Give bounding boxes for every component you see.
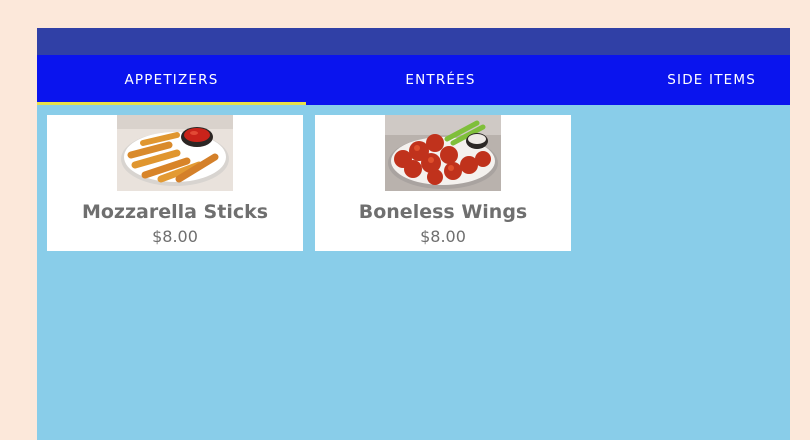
menu-item-card[interactable]: Mozzarella Sticks $8.00	[47, 115, 303, 251]
menu-item-name: Mozzarella Sticks	[81, 201, 269, 223]
menu-item-price: $8.00	[420, 227, 466, 246]
tab-label: APPETIZERS	[124, 72, 219, 88]
app-bar	[37, 28, 790, 55]
mozzarella-sticks-photo	[117, 115, 233, 191]
boneless-wings-photo	[385, 115, 501, 191]
category-tab-bar: APPETIZERS ENTRÉES SIDE ITEMS	[37, 55, 790, 105]
tab-side-items[interactable]: SIDE ITEMS	[575, 55, 790, 105]
menu-item-card[interactable]: Boneless Wings $8.00	[315, 115, 571, 251]
menu-item-name: Boneless Wings	[358, 201, 528, 223]
menu-app: APPETIZERS ENTRÉES SIDE ITEMS Mozzarella…	[37, 28, 790, 440]
tab-entrees[interactable]: ENTRÉES	[306, 55, 575, 105]
selected-tab-indicator	[37, 102, 306, 105]
menu-item-price: $8.00	[152, 227, 198, 246]
tab-appetizers[interactable]: APPETIZERS	[37, 55, 306, 105]
tab-label: SIDE ITEMS	[667, 72, 756, 88]
tab-label: ENTRÉES	[405, 72, 476, 88]
